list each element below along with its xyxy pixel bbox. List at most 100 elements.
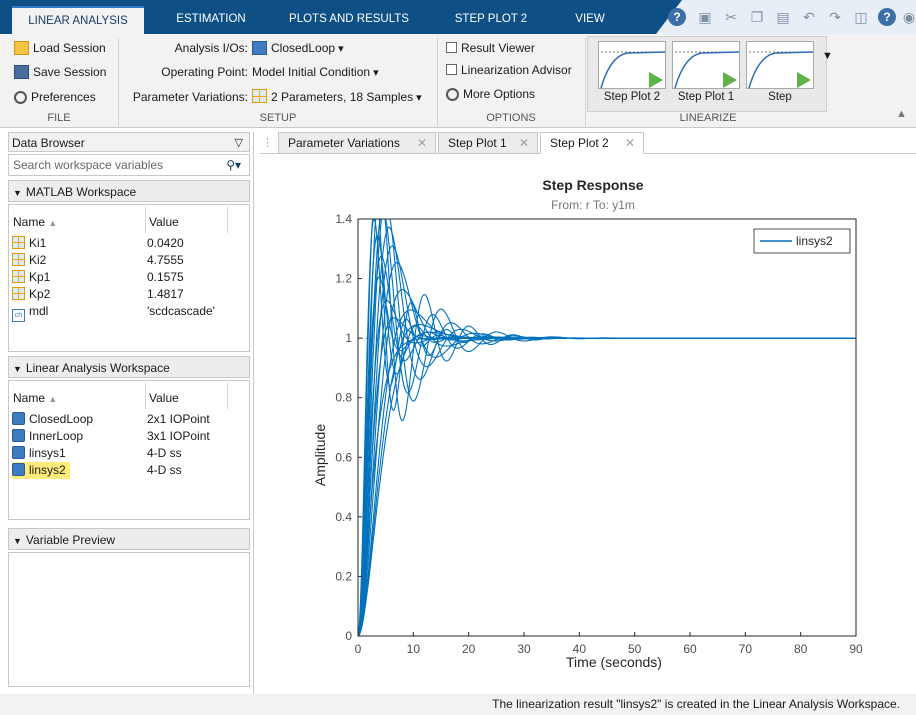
series-linsys2[interactable] <box>357 218 856 637</box>
step-response-curve[interactable] <box>357 218 856 637</box>
step-response-curve[interactable] <box>357 323 856 637</box>
step-response-curve[interactable] <box>357 218 856 637</box>
y-tick-label: 0.4 <box>335 510 352 524</box>
operating-point-dropdown[interactable]: Model Initial Condition <box>252 62 379 82</box>
status-message: The linearization result "linsys2" is cr… <box>492 697 900 711</box>
x-tick-label: 70 <box>739 642 753 656</box>
step-response-curve[interactable] <box>357 317 856 637</box>
collapse-ribbon-icon[interactable]: ▲ <box>896 108 907 120</box>
panel-menu-icon[interactable]: ▽ <box>235 133 243 153</box>
save-icon[interactable]: ▣ <box>696 8 714 26</box>
linearization-advisor-checkbox[interactable]: Linearization Advisor <box>446 60 572 80</box>
table-row[interactable]: ClosedLoop 2x1 IOPoint <box>12 411 242 428</box>
row-value: 4-D ss <box>147 446 182 460</box>
close-icon[interactable]: ✕ <box>417 133 427 153</box>
step-plot-1-tile-label: Step Plot 1 <box>677 91 735 103</box>
load-session-button[interactable]: Load Session <box>14 38 106 58</box>
preferences-button[interactable]: Preferences <box>14 87 96 107</box>
tab-step-plot-2[interactable]: Step Plot 2 ✕ <box>540 132 644 154</box>
step-response-curve[interactable] <box>357 218 856 637</box>
table-row[interactable]: Kp1 0.1575 <box>12 269 242 286</box>
panel-splitter[interactable] <box>253 132 254 694</box>
table-row[interactable]: Ki2 4.7555 <box>12 252 242 269</box>
grid-icon <box>252 89 267 103</box>
options-icon[interactable]: ◉ <box>900 8 916 26</box>
variable-preview-header[interactable]: ▼ Variable Preview <box>8 528 250 550</box>
result-viewer-checkbox[interactable]: Result Viewer <box>446 38 535 58</box>
table-row[interactable]: InnerLoop 3x1 IOPoint <box>12 428 242 445</box>
redo-icon[interactable]: ↷ <box>826 8 844 26</box>
collapse-arrow-icon: ▼ <box>13 536 22 546</box>
step-tile[interactable] <box>746 41 814 89</box>
step-response-curve[interactable] <box>357 218 856 637</box>
x-tick-label: 90 <box>849 642 863 656</box>
close-icon[interactable]: ✕ <box>625 133 635 153</box>
column-header-value[interactable]: Value <box>149 215 179 229</box>
row-name: Ki2 <box>29 253 47 267</box>
undo-icon[interactable]: ↶ <box>800 8 818 26</box>
legend[interactable]: linsys2 <box>753 228 851 254</box>
close-icon[interactable]: ✕ <box>519 133 529 153</box>
linear-analysis-workspace-header[interactable]: ▼ Linear Analysis Workspace <box>8 356 250 378</box>
x-tick-label: 0 <box>355 642 362 656</box>
step-response-curve[interactable] <box>357 331 856 637</box>
axis-ticks: 0 10 20 30 40 50 60 70 80 9000.20.40.60.811.21.4 <box>335 212 863 656</box>
parameter-variations-dropdown[interactable]: 2 Parameters, 18 Samples <box>252 87 422 107</box>
help-icon-2[interactable]: ? <box>878 8 896 26</box>
step-plot-1-tile[interactable] <box>672 41 740 89</box>
search-input[interactable]: Search workspace variables ⚲▾ <box>8 154 250 176</box>
step-response-curve[interactable] <box>357 255 856 637</box>
tab-step-plot-1[interactable]: Step Plot 1 ✕ <box>438 132 538 154</box>
column-header-value[interactable]: Value <box>149 391 179 405</box>
tab-parameter-variations[interactable]: Parameter Variations ✕ <box>278 132 436 154</box>
table-row[interactable]: linsys1 4-D ss <box>12 445 242 462</box>
step-response-curve[interactable] <box>357 226 856 637</box>
collapse-arrow-icon: ▼ <box>13 188 22 198</box>
data-browser: Data Browser ▽ Search workspace variable… <box>8 132 250 687</box>
step-plot-2-tile[interactable] <box>598 41 666 89</box>
paste-icon[interactable]: ▤ <box>774 8 792 26</box>
step-response-chart[interactable]: Step Response From: r To: y1m 0 10 20 30 40 5… <box>260 155 916 695</box>
row-name: linsys2 <box>29 463 66 477</box>
help-icon[interactable]: ? <box>668 8 686 26</box>
variable-grid-icon <box>12 253 25 266</box>
tab-grip-icon: ⋮ <box>262 137 273 149</box>
tab-linear-analysis[interactable]: LINEAR ANALYSIS <box>12 6 144 34</box>
tab-plots-and-results[interactable]: PLOTS AND RESULTS <box>278 6 420 34</box>
column-divider <box>227 207 228 233</box>
more-options-button[interactable]: More Options <box>446 84 535 104</box>
table-row-selected[interactable]: linsys2 4-D ss <box>12 462 242 479</box>
switch-windows-icon[interactable]: ◫ <box>852 8 870 26</box>
table-row[interactable]: Kp2 1.4817 <box>12 286 242 303</box>
tab-step-plot-1-label: Step Plot 1 <box>448 136 507 150</box>
matlab-workspace-header[interactable]: ▼ MATLAB Workspace <box>8 180 250 202</box>
checkbox-icon <box>446 42 457 53</box>
table-row[interactable]: ch mdl 'scdcascade' <box>12 303 242 322</box>
tab-view[interactable]: VIEW <box>560 6 620 34</box>
y-tick-label: 1 <box>345 331 352 345</box>
axes-box <box>357 218 857 637</box>
copy-icon[interactable]: ❐ <box>748 8 766 26</box>
gallery-expand-icon[interactable]: ▼ <box>822 50 833 62</box>
step-response-curve[interactable] <box>357 245 856 637</box>
step-response-curve[interactable] <box>357 218 856 637</box>
column-header-name[interactable]: Name ▲ <box>13 391 57 405</box>
analysis-ios-dropdown[interactable]: ClosedLoop <box>252 38 344 58</box>
tab-estimation[interactable]: ESTIMATION <box>160 6 262 34</box>
tab-step-plot-2[interactable]: STEP PLOT 2 <box>436 6 546 34</box>
operating-point-label: Operating Point: <box>161 65 248 79</box>
table-row[interactable]: Ki1 0.0420 <box>12 235 242 252</box>
row-name: Kp1 <box>29 270 51 284</box>
step-response-curve[interactable] <box>357 337 856 637</box>
column-header-name[interactable]: Name ▲ <box>13 215 57 229</box>
save-session-button[interactable]: Save Session <box>14 62 106 82</box>
step-response-curve[interactable] <box>357 276 856 637</box>
step-response-curve[interactable] <box>357 234 856 637</box>
analysis-ios-label: Analysis I/Os: <box>174 41 248 55</box>
search-icon[interactable]: ⚲▾ <box>226 155 241 175</box>
row-value: 0.0420 <box>147 236 184 250</box>
state-space-icon <box>12 446 25 459</box>
step-response-curve[interactable] <box>357 309 856 637</box>
setup-section-label: SETUP <box>259 112 297 124</box>
cut-icon[interactable]: ✂ <box>722 8 740 26</box>
